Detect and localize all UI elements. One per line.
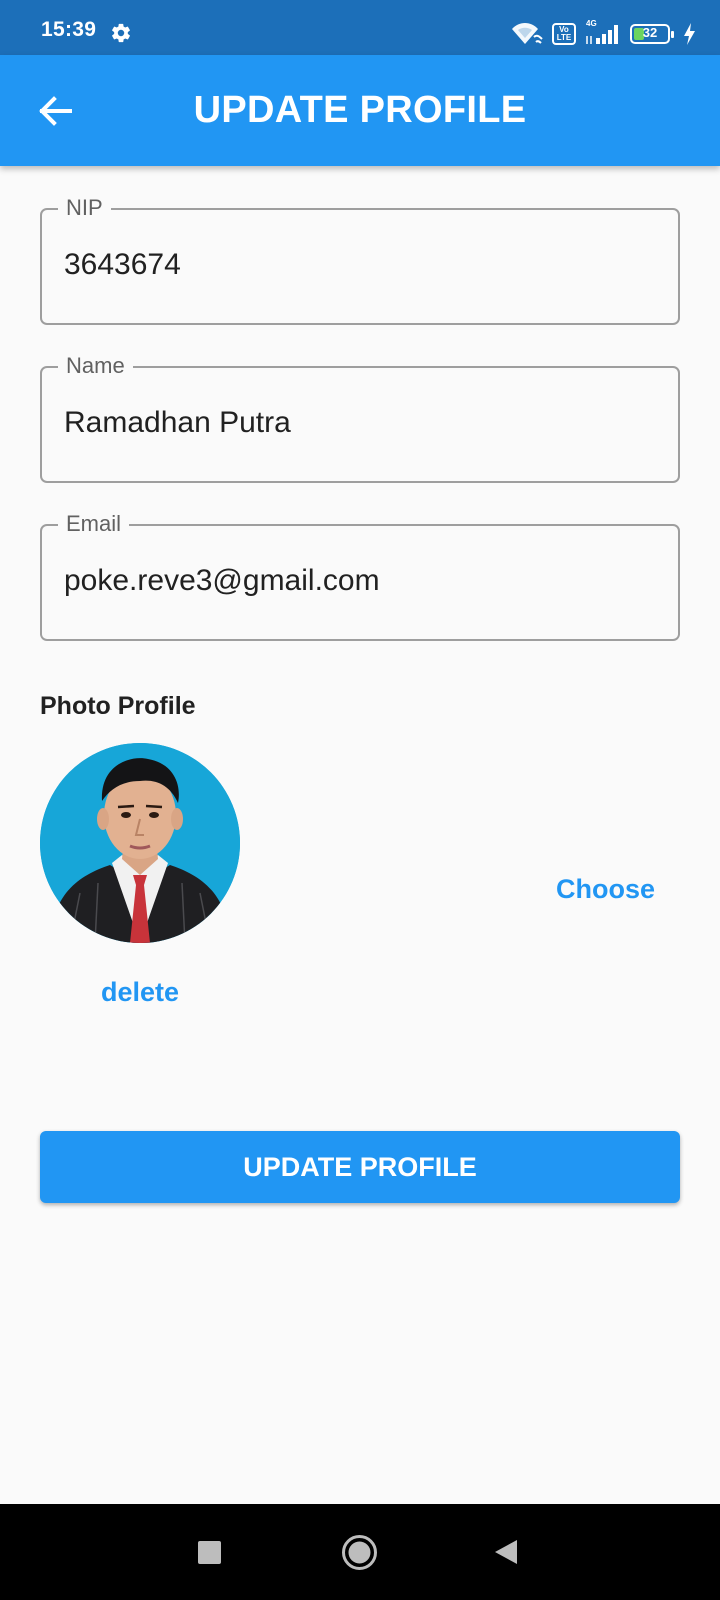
app-bar: UPDATE PROFILE — [0, 55, 720, 166]
name-input[interactable] — [64, 402, 654, 444]
battery-percent: 32 — [642, 25, 658, 40]
photo-profile-title: Photo Profile — [40, 692, 196, 720]
nip-field[interactable]: NIP — [40, 194, 680, 325]
wifi-icon — [512, 23, 543, 44]
signal-icon: 4G — [584, 19, 622, 46]
page-title: UPDATE PROFILE — [193, 89, 527, 131]
home-icon[interactable] — [341, 1534, 378, 1571]
network-type-label: 4G — [586, 19, 597, 28]
name-field[interactable]: Name — [40, 352, 680, 483]
recent-apps-icon[interactable] — [198, 1541, 221, 1564]
nip-label: NIP — [58, 194, 111, 222]
gear-icon — [112, 23, 130, 43]
delete-photo-button[interactable]: delete — [40, 977, 240, 1008]
status-bar: 15:39 Vo LTE 4G 32 — [0, 0, 720, 55]
email-input[interactable] — [64, 560, 654, 602]
volte-icon: Vo LTE — [552, 23, 576, 45]
email-field[interactable]: Email — [40, 510, 680, 641]
status-time: 15:39 — [41, 18, 97, 41]
email-label: Email — [58, 510, 130, 538]
battery-icon: 32 — [630, 22, 674, 46]
name-label: Name — [58, 352, 133, 380]
charging-icon — [684, 23, 695, 45]
update-profile-button[interactable]: UPDATE PROFILE — [40, 1131, 680, 1203]
system-nav-bar — [0, 1504, 720, 1600]
profile-photo — [40, 743, 240, 943]
choose-photo-button[interactable]: Choose — [556, 874, 655, 905]
nip-input[interactable] — [64, 244, 654, 286]
back-icon[interactable] — [493, 1538, 519, 1566]
status-icons: Vo LTE 4G 32 — [510, 19, 696, 48]
